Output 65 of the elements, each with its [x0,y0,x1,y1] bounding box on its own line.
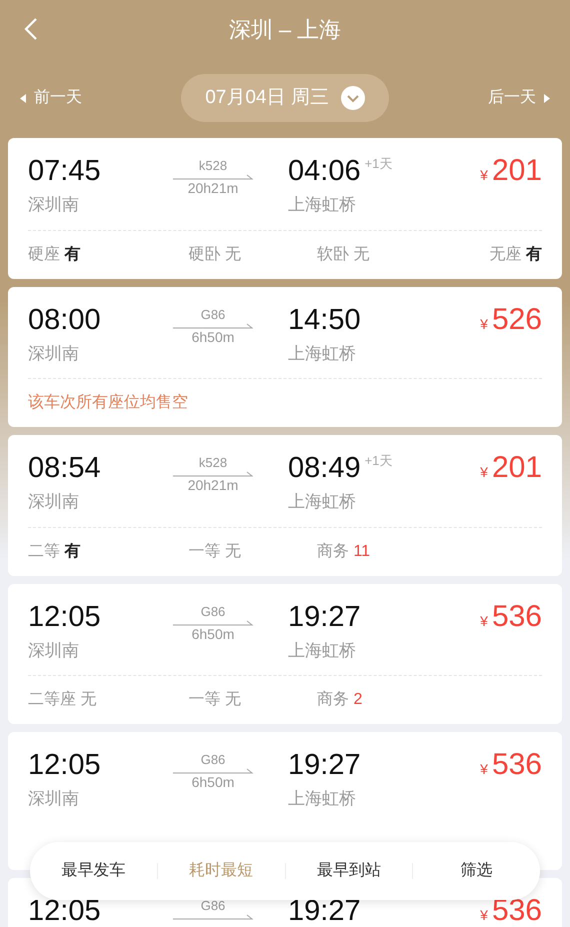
arrival-time: 19:27 [288,894,361,927]
currency-sign: ¥ [480,463,488,482]
arrival-time: 14:50 [288,302,361,336]
seat-availability: 商务 11 [316,542,372,562]
seat-availability: 一等 无 [188,690,242,710]
duration: 6h50m [192,626,234,642]
departure-time: 07:45 [28,154,102,188]
departure-station: 深圳南 [28,491,80,513]
currency-sign: ¥ [480,760,488,779]
train-card[interactable]: 12:05 深圳南 G86 6h50m 19:27 上海虹桥 ¥536 二等座 无 一等 无 商务 2 [8,584,562,724]
currency-sign: ¥ [480,166,488,185]
duration: 20h21m [188,477,238,493]
duration: 20h21m [188,180,238,196]
arrival-station: 上海虹桥 [288,342,357,364]
price: 201 [492,154,542,188]
departure-station: 深圳南 [28,788,80,810]
price: 536 [492,748,542,782]
left-triangle-icon [20,94,26,102]
departure-time: 12:05 [28,748,102,782]
duration: 6h50m [192,328,234,344]
currency-sign: ¥ [480,314,488,334]
train-number: G86 [200,898,226,914]
arrival-time: 19:27 [288,748,361,782]
arrival-time: 08:49 [288,451,361,485]
price: 526 [492,302,542,336]
seat-availability: 无座 有 [488,244,542,264]
next-day-label: +1天 [364,452,392,470]
seat-availability: 硬卧 无 [188,244,242,264]
departure-station: 深圳南 [28,194,80,216]
price: 536 [492,894,542,927]
back-icon[interactable] [24,18,38,40]
route-title: 深圳 – 上海 [228,16,342,44]
train-number: G86 [200,306,226,322]
seat-availability: 硬座 有 [28,244,82,264]
departure-time: 12:05 [28,894,102,927]
departure-station: 深圳南 [28,640,80,662]
chevron-down-icon [340,86,365,110]
duration: 6h50m [192,774,234,790]
arrival-station: 上海虹桥 [288,788,357,810]
price: 201 [492,451,542,485]
train-number: k528 [198,455,228,471]
arrival-station: 上海虹桥 [288,194,357,216]
seat-availability: 商务 2 [316,690,364,710]
right-triangle-icon [544,94,550,102]
train-number: G86 [200,604,226,620]
price: 536 [492,600,542,634]
departure-station: 深圳南 [28,342,80,364]
train-card[interactable]: 08:00 深圳南 G86 6h50m 14:50 上海虹桥 ¥526 该车次所有座位均售空 [8,286,562,427]
currency-sign: ¥ [480,906,488,924]
departure-time: 08:54 [28,451,102,485]
arrival-time: 04:06 [288,154,361,188]
train-number: k528 [198,158,228,174]
train-number: G86 [200,752,226,768]
seat-availability: 一等 无 [188,542,242,562]
departure-time: 08:00 [28,302,102,336]
departure-time: 12:05 [28,600,102,634]
seat-availability: 二等 有 [28,542,82,562]
arrival-time: 19:27 [288,600,361,634]
seat-availability: 软卧 无 [316,244,370,264]
currency-sign: ¥ [480,612,488,630]
seat-availability: 二等座 无 [28,690,98,710]
sold-out-note: 该车次所有座位均售空 [28,394,188,411]
next-day-label: +1天 [364,155,392,173]
arrival-station: 上海虹桥 [288,491,357,513]
arrival-station: 上海虹桥 [288,640,357,662]
